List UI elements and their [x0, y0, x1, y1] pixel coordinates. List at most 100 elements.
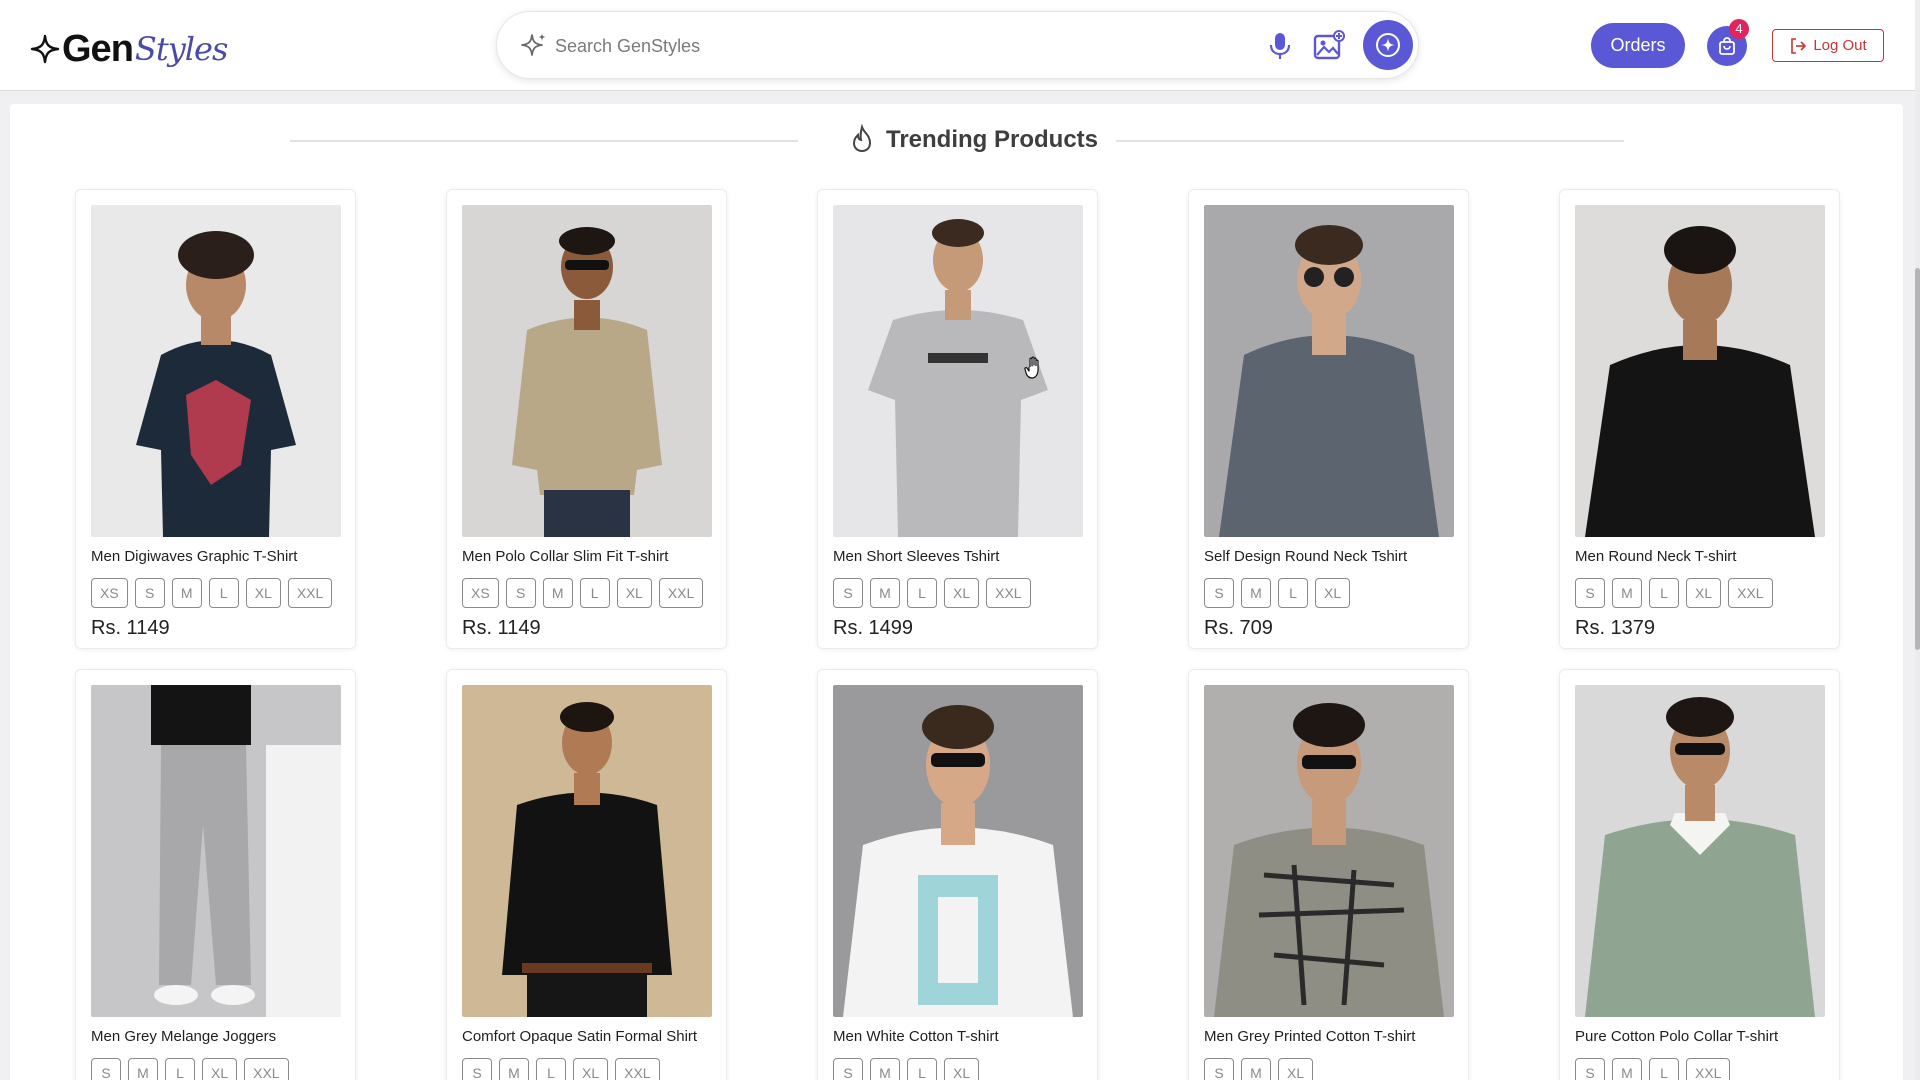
- size-option[interactable]: XS: [462, 578, 499, 608]
- section-title: Trending Products: [886, 126, 1099, 153]
- size-option[interactable]: S: [462, 1058, 492, 1080]
- size-option[interactable]: L: [1278, 578, 1308, 608]
- ai-sparkle-icon: [521, 33, 546, 56]
- product-image[interactable]: [833, 685, 1083, 1017]
- size-option[interactable]: XL: [202, 1058, 238, 1080]
- product-price: Rs. 1149: [91, 617, 170, 639]
- product-name[interactable]: Men Grey Printed Cotton T-shirt: [1204, 1028, 1464, 1045]
- product-image[interactable]: [91, 205, 341, 537]
- size-option[interactable]: L: [1649, 578, 1679, 608]
- product-name[interactable]: Men Round Neck T-shirt: [1575, 548, 1835, 565]
- size-option[interactable]: L: [907, 578, 937, 608]
- size-option[interactable]: M: [128, 1058, 158, 1080]
- product-price: Rs. 1379: [1575, 617, 1656, 639]
- product-card[interactable]: Men Digiwaves Graphic T-Shirt XS S M L X…: [75, 189, 356, 649]
- size-options: S M L XL XXL: [833, 578, 1031, 608]
- product-name[interactable]: Comfort Opaque Satin Formal Shirt: [462, 1028, 722, 1045]
- product-card[interactable]: Men Round Neck T-shirt S M L XL XXL Rs. …: [1559, 189, 1840, 649]
- size-option[interactable]: XS: [91, 578, 128, 608]
- size-option[interactable]: XXL: [244, 1058, 289, 1080]
- image-search-icon[interactable]: [1312, 29, 1346, 63]
- logo-text-main: Gen: [62, 27, 134, 70]
- size-option[interactable]: L: [536, 1058, 566, 1080]
- orders-button[interactable]: Orders: [1591, 23, 1685, 68]
- size-option[interactable]: XL: [245, 578, 281, 608]
- flame-icon: [852, 124, 872, 153]
- product-name[interactable]: Self Design Round Neck Tshirt: [1204, 548, 1464, 565]
- size-option[interactable]: S: [833, 578, 863, 608]
- product-name[interactable]: Men Polo Collar Slim Fit T-shirt: [462, 548, 722, 565]
- genstyles-logo[interactable]: Gen Styles: [30, 24, 228, 74]
- size-option[interactable]: S: [1204, 1058, 1234, 1080]
- size-option[interactable]: XXL: [1728, 578, 1773, 608]
- logout-icon: [1791, 37, 1807, 54]
- product-image[interactable]: [91, 685, 341, 1017]
- size-option[interactable]: M: [1612, 578, 1642, 608]
- cart-count-badge: 4: [1729, 19, 1749, 39]
- size-option[interactable]: M: [870, 578, 900, 608]
- size-option[interactable]: M: [499, 1058, 529, 1080]
- search-input[interactable]: [555, 30, 1195, 62]
- size-option[interactable]: S: [1575, 578, 1605, 608]
- size-option[interactable]: S: [833, 1058, 863, 1080]
- microphone-icon[interactable]: [1264, 30, 1296, 62]
- size-option[interactable]: XXL: [615, 1058, 660, 1080]
- size-option[interactable]: XXL: [658, 578, 704, 608]
- product-name[interactable]: Men Digiwaves Graphic T-Shirt: [91, 548, 351, 565]
- logout-button[interactable]: Log Out: [1772, 29, 1884, 62]
- size-option[interactable]: XL: [573, 1058, 609, 1080]
- size-option[interactable]: L: [907, 1058, 937, 1080]
- size-option[interactable]: XL: [944, 578, 980, 608]
- product-price: Rs. 709: [1204, 617, 1273, 639]
- size-option[interactable]: M: [171, 578, 202, 608]
- size-option[interactable]: M: [542, 578, 573, 608]
- size-option[interactable]: L: [1649, 1058, 1679, 1080]
- product-card[interactable]: Men Polo Collar Slim Fit T-shirt XS S M …: [446, 189, 727, 649]
- size-option[interactable]: XXL: [1686, 1058, 1731, 1080]
- size-option[interactable]: XL: [616, 578, 652, 608]
- size-option[interactable]: S: [1575, 1058, 1605, 1080]
- size-option[interactable]: S: [134, 578, 165, 608]
- size-option[interactable]: XL: [1686, 578, 1722, 608]
- product-image[interactable]: [1575, 685, 1825, 1017]
- sparkle-logo-icon: [30, 34, 60, 64]
- product-name[interactable]: Men Grey Melange Joggers: [91, 1028, 351, 1045]
- size-option[interactable]: XXL: [287, 578, 333, 608]
- product-name[interactable]: Pure Cotton Polo Collar T-shirt: [1575, 1028, 1835, 1045]
- size-option[interactable]: M: [870, 1058, 900, 1080]
- size-options: XS S M L XL XXL: [462, 578, 704, 608]
- ai-search-button[interactable]: [1363, 20, 1413, 70]
- size-option[interactable]: L: [579, 578, 610, 608]
- product-image[interactable]: [462, 205, 712, 537]
- size-option[interactable]: XL: [944, 1058, 980, 1080]
- product-card[interactable]: Men Grey Melange Joggers S M L XL XXL: [75, 669, 356, 1080]
- size-option[interactable]: XL: [1315, 578, 1351, 608]
- product-card[interactable]: Self Design Round Neck Tshirt S M L XL R…: [1188, 189, 1469, 649]
- product-image[interactable]: [1575, 205, 1825, 537]
- size-options: XS S M L XL XXL: [91, 578, 333, 608]
- product-card[interactable]: Men Short Sleeves Tshirt S M L XL XXL Rs…: [817, 189, 1098, 649]
- product-card[interactable]: Men Grey Printed Cotton T-shirt S M XL: [1188, 669, 1469, 1080]
- size-option[interactable]: S: [505, 578, 536, 608]
- product-image[interactable]: [1204, 205, 1454, 537]
- size-option[interactable]: S: [1204, 578, 1234, 608]
- size-option[interactable]: M: [1612, 1058, 1642, 1080]
- product-name[interactable]: Men White Cotton T-shirt: [833, 1028, 1093, 1045]
- product-card[interactable]: Men White Cotton T-shirt S M L XL: [817, 669, 1098, 1080]
- size-option[interactable]: L: [208, 578, 239, 608]
- product-card[interactable]: Pure Cotton Polo Collar T-shirt S M L XX…: [1559, 669, 1840, 1080]
- product-image[interactable]: [1204, 685, 1454, 1017]
- size-option[interactable]: XXL: [986, 578, 1031, 608]
- product-card[interactable]: Comfort Opaque Satin Formal Shirt S M L …: [446, 669, 727, 1080]
- size-option[interactable]: XL: [1278, 1058, 1314, 1080]
- product-name[interactable]: Men Short Sleeves Tshirt: [833, 548, 1093, 565]
- product-image[interactable]: [462, 685, 712, 1017]
- size-option[interactable]: M: [1241, 1058, 1271, 1080]
- size-option[interactable]: M: [1241, 578, 1271, 608]
- ai-sparkle-icon: [1376, 33, 1400, 57]
- scrollbar-thumb[interactable]: [1915, 268, 1920, 650]
- size-option[interactable]: L: [165, 1058, 195, 1080]
- size-option[interactable]: S: [91, 1058, 121, 1080]
- product-image[interactable]: [833, 205, 1083, 537]
- size-options: S M L XL XXL: [1575, 578, 1773, 608]
